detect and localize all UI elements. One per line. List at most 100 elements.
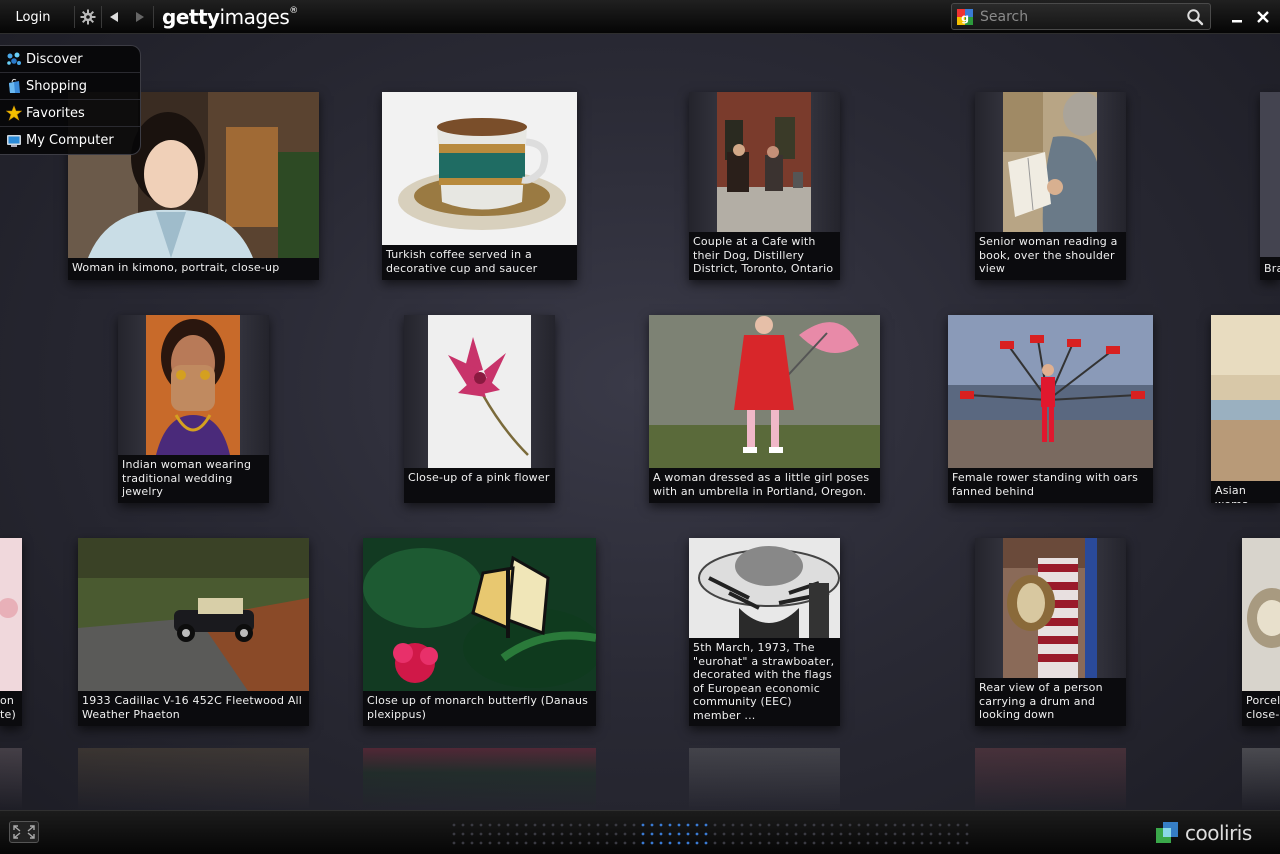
scroll-dot bbox=[965, 841, 969, 845]
photo-caption: A woman dressed as a little girl poses w… bbox=[649, 468, 880, 503]
photo-tile[interactable]: Turkish coffee served in a decorative cu… bbox=[382, 92, 577, 280]
menu-item-discover[interactable]: Discover bbox=[0, 46, 140, 73]
scroll-dot bbox=[677, 841, 681, 845]
scroll-dot bbox=[857, 841, 861, 845]
scroll-dot bbox=[830, 841, 834, 845]
svg-text:g: g bbox=[961, 12, 969, 25]
scroll-dot bbox=[749, 841, 753, 845]
photo-image bbox=[428, 315, 531, 468]
scroll-dot bbox=[740, 832, 744, 836]
photo-image bbox=[0, 538, 22, 691]
cooliris-brand[interactable]: cooliris bbox=[1155, 820, 1252, 846]
photo-tile[interactable]: Senior woman reading a book, over the sh… bbox=[975, 92, 1126, 280]
scroll-dot bbox=[920, 823, 924, 827]
menu-item-my-computer[interactable]: My Computer bbox=[0, 127, 140, 154]
scroll-dot bbox=[560, 832, 564, 836]
scroll-dot bbox=[677, 823, 681, 827]
scroll-dot bbox=[497, 832, 501, 836]
photo-tile[interactable]: Female rower standing with oars fanned b… bbox=[948, 315, 1153, 503]
photo-caption: Senior woman reading a book, over the sh… bbox=[975, 232, 1126, 280]
scroll-dot bbox=[884, 841, 888, 845]
photo-tile[interactable]: Porcel close- bbox=[1242, 538, 1280, 726]
scroll-dot bbox=[785, 823, 789, 827]
minimize-icon[interactable] bbox=[1228, 8, 1246, 26]
scroll-dot bbox=[506, 832, 510, 836]
scroll-dot bbox=[848, 841, 852, 845]
login-button[interactable]: Login bbox=[0, 0, 66, 34]
tile-reflection bbox=[1242, 748, 1280, 810]
scroll-dot bbox=[452, 823, 456, 827]
back-arrow-icon[interactable] bbox=[106, 7, 122, 27]
computer-icon bbox=[7, 134, 21, 147]
photo-image bbox=[689, 538, 840, 638]
scroll-dot bbox=[632, 823, 636, 827]
scroll-dot bbox=[551, 832, 555, 836]
photo-image bbox=[717, 92, 811, 232]
google-icon: g bbox=[957, 9, 973, 25]
scroll-dot bbox=[866, 841, 870, 845]
scroll-dot bbox=[749, 823, 753, 827]
photo-caption: Close up of monarch butterfly (Danaus pl… bbox=[363, 691, 596, 726]
scroll-dot bbox=[794, 841, 798, 845]
scroll-dot bbox=[623, 841, 627, 845]
scroll-dot bbox=[452, 841, 456, 845]
scroll-dot bbox=[461, 832, 465, 836]
scroll-dot bbox=[632, 841, 636, 845]
close-icon[interactable] bbox=[1254, 8, 1272, 26]
menu-item-favorites[interactable]: Favorites bbox=[0, 100, 140, 127]
photo-tile[interactable]: Asian woma bbox=[1211, 315, 1280, 503]
photo-image bbox=[382, 92, 577, 245]
photo-image bbox=[649, 315, 880, 468]
scroll-dot bbox=[542, 823, 546, 827]
scroll-dot bbox=[587, 832, 591, 836]
photo-tile[interactable]: 5th March, 1973, The "eurohat" a strawbo… bbox=[689, 538, 840, 726]
scroll-dot bbox=[461, 823, 465, 827]
search-icon[interactable] bbox=[1186, 8, 1204, 26]
scroll-dot bbox=[839, 841, 843, 845]
scroll-dot bbox=[695, 832, 699, 836]
scroll-dot bbox=[767, 823, 771, 827]
scroll-dot bbox=[488, 823, 492, 827]
photo-tile[interactable]: on te) bbox=[0, 538, 22, 726]
scroll-dot bbox=[497, 841, 501, 845]
photo-tile[interactable]: Close up of monarch butterfly (Danaus pl… bbox=[363, 538, 596, 726]
scroll-dot bbox=[902, 841, 906, 845]
menu-item-shopping[interactable]: Shopping bbox=[0, 73, 140, 100]
photo-tile[interactable]: Rear view of a person carrying a drum an… bbox=[975, 538, 1126, 726]
scroll-dot bbox=[596, 823, 600, 827]
scroll-dot bbox=[650, 823, 654, 827]
forward-arrow-icon[interactable] bbox=[132, 7, 148, 27]
scroll-dot bbox=[632, 832, 636, 836]
scroll-dot bbox=[911, 841, 915, 845]
fullscreen-icon[interactable] bbox=[9, 821, 39, 843]
scroll-dot bbox=[578, 841, 582, 845]
scroll-dot bbox=[749, 832, 753, 836]
scroll-dot bbox=[920, 841, 924, 845]
photo-tile[interactable]: 1933 Cadillac V-16 452C Fleetwood All We… bbox=[78, 538, 309, 726]
search-input[interactable] bbox=[980, 7, 1180, 26]
photo-tile[interactable]: Couple at a Cafe with their Dog, Distill… bbox=[689, 92, 840, 280]
scroll-dot bbox=[614, 823, 618, 827]
photo-tile[interactable]: Close-up of a pink flower bbox=[404, 315, 555, 503]
photo-tile[interactable]: Indian woman wearing traditional wedding… bbox=[118, 315, 269, 503]
scroll-dot bbox=[470, 823, 474, 827]
scroll-dot bbox=[470, 841, 474, 845]
scroll-dot bbox=[839, 832, 843, 836]
scroll-dot bbox=[506, 841, 510, 845]
scroll-dot bbox=[821, 823, 825, 827]
photo-tile[interactable]: Bra bbox=[1260, 92, 1280, 280]
scroll-dot bbox=[659, 841, 663, 845]
gear-icon[interactable] bbox=[79, 7, 97, 27]
photo-image bbox=[363, 538, 596, 691]
scroll-dot bbox=[704, 823, 708, 827]
scroll-dot bbox=[695, 841, 699, 845]
scroll-position-track[interactable] bbox=[451, 822, 971, 848]
scroll-dot bbox=[506, 823, 510, 827]
scroll-dot bbox=[758, 841, 762, 845]
scroll-dot bbox=[803, 841, 807, 845]
scroll-dot bbox=[965, 832, 969, 836]
photo-tile[interactable]: A woman dressed as a little girl poses w… bbox=[649, 315, 880, 503]
scroll-dot bbox=[785, 841, 789, 845]
discover-icon bbox=[7, 52, 21, 65]
scroll-dot bbox=[875, 841, 879, 845]
